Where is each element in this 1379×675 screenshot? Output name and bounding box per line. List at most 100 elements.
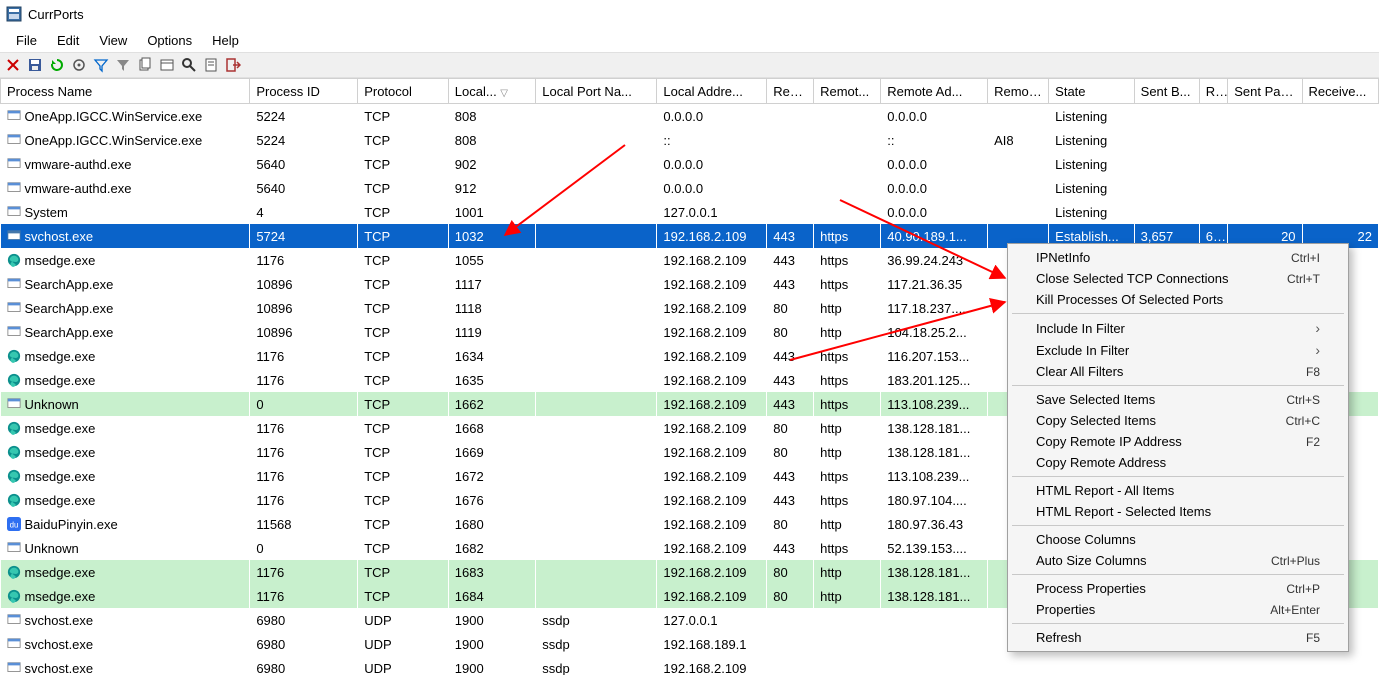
menu-item-html-report-selected-items[interactable]: HTML Report - Selected Items (1008, 501, 1348, 522)
cell-rport (767, 656, 814, 675)
menu-item-close-selected-tcp-connections[interactable]: Close Selected TCP ConnectionsCtrl+T (1008, 268, 1348, 289)
col-header[interactable]: Rem... (767, 79, 814, 104)
menu-item-include-in-filter[interactable]: Include In Filter (1008, 317, 1348, 339)
col-header[interactable]: Remote Ad... (881, 79, 988, 104)
process-icon (7, 277, 21, 291)
col-header[interactable]: Sent B... (1134, 79, 1199, 104)
save-icon[interactable] (26, 56, 44, 74)
col-header[interactable]: Remot... (814, 79, 881, 104)
menu-item-label: Kill Processes Of Selected Ports (1036, 292, 1223, 307)
menu-item-copy-selected-items[interactable]: Copy Selected ItemsCtrl+C (1008, 410, 1348, 431)
col-header[interactable]: Protocol (358, 79, 449, 104)
menu-item-clear-all-filters[interactable]: Clear All FiltersF8 (1008, 361, 1348, 382)
filter-icon[interactable] (92, 56, 110, 74)
cell-rport: 80 (767, 512, 814, 536)
cell-proc: SearchApp.exe (1, 320, 250, 344)
col-header[interactable]: Process ID (250, 79, 358, 104)
menu-item-properties[interactable]: PropertiesAlt+Enter (1008, 599, 1348, 620)
refresh-icon[interactable] (48, 56, 66, 74)
table-row[interactable]: vmware-authd.exe5640TCP9020.0.0.00.0.0.0… (1, 152, 1379, 176)
menu-item-save-selected-items[interactable]: Save Selected ItemsCtrl+S (1008, 389, 1348, 410)
options-icon[interactable] (158, 56, 176, 74)
menu-item-html-report-all-items[interactable]: HTML Report - All Items (1008, 480, 1348, 501)
menu-item-exclude-in-filter[interactable]: Exclude In Filter (1008, 339, 1348, 361)
menu-item-kill-processes-of-selected-ports[interactable]: Kill Processes Of Selected Ports (1008, 289, 1348, 310)
menu-item-refresh[interactable]: RefreshF5 (1008, 627, 1348, 648)
process-icon (7, 109, 21, 123)
cell-lport: 1682 (448, 536, 536, 560)
col-header[interactable]: Local Addre... (657, 79, 767, 104)
menu-help[interactable]: Help (202, 31, 249, 50)
process-icon (7, 325, 21, 339)
menu-options[interactable]: Options (137, 31, 202, 50)
cell-rpname: http (814, 584, 881, 608)
cell-proto: UDP (358, 632, 449, 656)
menu-view[interactable]: View (89, 31, 137, 50)
menu-item-copy-remote-ip-address[interactable]: Copy Remote IP AddressF2 (1008, 431, 1348, 452)
cell-pid: 1176 (250, 584, 358, 608)
menu-item-auto-size-columns[interactable]: Auto Size ColumnsCtrl+Plus (1008, 550, 1348, 571)
menu-item-label: IPNetInfo (1036, 250, 1090, 265)
process-icon (7, 637, 21, 651)
menu-item-choose-columns[interactable]: Choose Columns (1008, 529, 1348, 550)
cell-rport: 80 (767, 416, 814, 440)
cell-proc: OneApp.IGCC.WinService.exe (1, 128, 250, 152)
cell-lpname (536, 272, 657, 296)
menu-item-copy-remote-address[interactable]: Copy Remote Address (1008, 452, 1348, 473)
cell-lport: 1680 (448, 512, 536, 536)
col-header[interactable]: State (1049, 79, 1134, 104)
cell-lport: 1032 (448, 224, 536, 248)
menu-item-ipnetinfo[interactable]: IPNetInfoCtrl+I (1008, 247, 1348, 268)
find-icon[interactable] (180, 56, 198, 74)
menubar: FileEditViewOptionsHelp (0, 28, 1379, 52)
menu-file[interactable]: File (6, 31, 47, 50)
cell-lport: 1672 (448, 464, 536, 488)
cell-laddr: 192.168.2.109 (657, 488, 767, 512)
col-header[interactable]: R... (1199, 79, 1227, 104)
cell-lport: 808 (448, 104, 536, 129)
table-row[interactable]: svchost.exe6980UDP1900ssdp192.168.2.109 (1, 656, 1379, 675)
col-header[interactable]: Receive... (1302, 79, 1378, 104)
properties-icon[interactable] (202, 56, 220, 74)
menu-edit[interactable]: Edit (47, 31, 89, 50)
menu-item-process-properties[interactable]: Process PropertiesCtrl+P (1008, 578, 1348, 599)
table-row[interactable]: System4TCP1001127.0.0.10.0.0.0Listening (1, 200, 1379, 224)
cell-raddr (881, 608, 988, 632)
table-row[interactable]: vmware-authd.exe5640TCP9120.0.0.00.0.0.0… (1, 176, 1379, 200)
cell-pid: 11568 (250, 512, 358, 536)
col-header[interactable]: Local... ▽ (448, 79, 536, 104)
cell-proto: TCP (358, 320, 449, 344)
cell-proc: SearchApp.exe (1, 296, 250, 320)
col-header[interactable]: Process Name (1, 79, 250, 104)
col-header[interactable]: Local Port Na... (536, 79, 657, 104)
cell-lpname (536, 104, 657, 129)
cell-pid: 6980 (250, 608, 358, 632)
table-row[interactable]: OneApp.IGCC.WinService.exe5224TCP8080.0.… (1, 104, 1379, 129)
copy-icon[interactable] (136, 56, 154, 74)
cell-state (1049, 656, 1134, 675)
close-icon[interactable] (4, 56, 22, 74)
col-header[interactable]: Sent Pac... (1228, 79, 1302, 104)
cell-proc: vmware-authd.exe (1, 176, 250, 200)
cell-rb (1199, 200, 1227, 224)
cell-rport: 80 (767, 584, 814, 608)
cell-proto: TCP (358, 272, 449, 296)
table-row[interactable]: OneApp.IGCC.WinService.exe5224TCP808::::… (1, 128, 1379, 152)
cell-lpname (536, 488, 657, 512)
cell-rport (767, 632, 814, 656)
cell-sp (1228, 176, 1302, 200)
column-headers[interactable]: Process NameProcess IDProtocolLocal... ▽… (1, 79, 1379, 104)
cell-lport: 902 (448, 152, 536, 176)
col-header[interactable]: Remot... (988, 79, 1049, 104)
exit-icon[interactable] (224, 56, 242, 74)
cell-rhost (988, 176, 1049, 200)
cell-laddr: 192.168.2.109 (657, 224, 767, 248)
funnel-icon[interactable] (114, 56, 132, 74)
cell-state: Listening (1049, 128, 1134, 152)
cell-rp (1302, 128, 1378, 152)
cell-rport (767, 104, 814, 129)
cell-rpname: http (814, 296, 881, 320)
menu-separator (1012, 385, 1344, 386)
target-icon[interactable] (70, 56, 88, 74)
context-menu[interactable]: IPNetInfoCtrl+IClose Selected TCP Connec… (1007, 243, 1349, 652)
